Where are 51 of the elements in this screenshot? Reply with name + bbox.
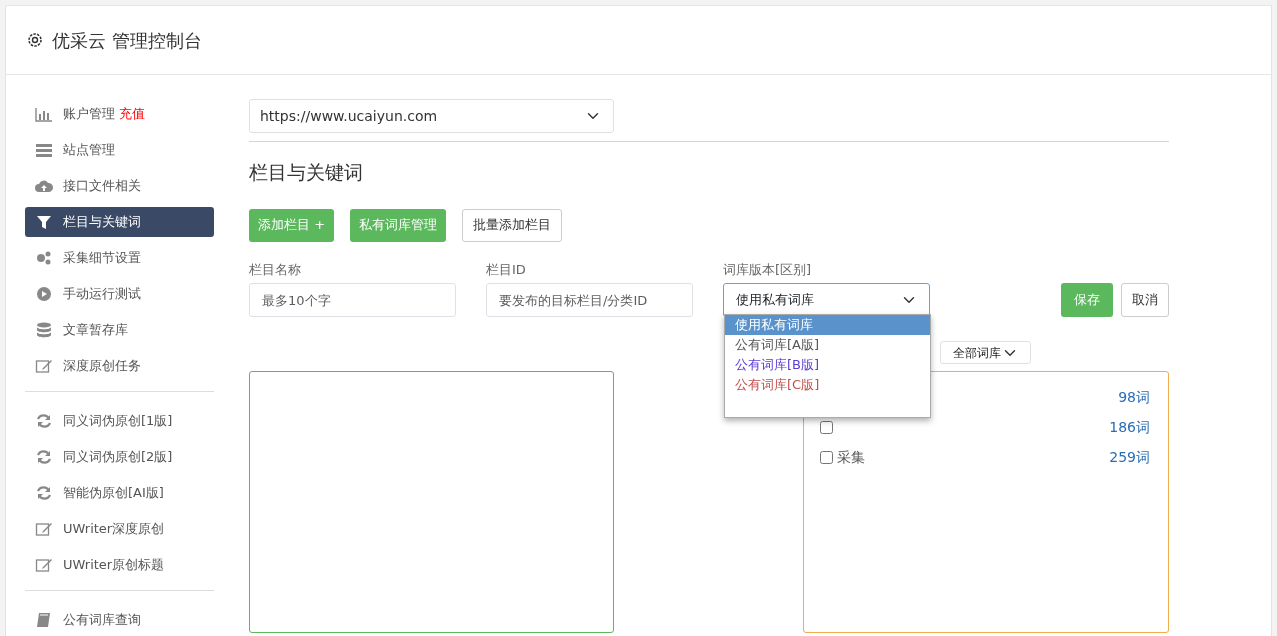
cloud-upload-icon <box>35 178 53 194</box>
sidebar-item[interactable]: UWriter深度原创 <box>25 514 214 544</box>
sidebar-item[interactable]: 栏目与关键词 <box>25 207 214 237</box>
refresh-icon <box>35 449 53 465</box>
field-label: 词库版本[区别] <box>723 260 813 279</box>
sidebar-item[interactable]: 同义词伪原创[1版] <box>25 406 214 436</box>
gears-icon <box>35 250 53 266</box>
sidebar-item[interactable]: 同义词伪原创[2版] <box>25 442 214 472</box>
refresh-icon <box>35 485 53 501</box>
library-filter-select[interactable]: 全部词库 <box>940 341 1031 364</box>
site-select[interactable]: https://www.ucaiyun.com <box>249 99 614 133</box>
edit-icon <box>35 557 53 573</box>
header-title: 优采云 管理控制台 <box>52 28 202 53</box>
play-icon <box>35 286 53 302</box>
filter-icon <box>35 214 53 230</box>
database-icon <box>35 322 53 338</box>
cancel-button[interactable]: 取消 <box>1121 283 1169 317</box>
sidebar-item[interactable]: 手动运行测试 <box>25 279 214 309</box>
sidebar-item[interactable]: 深度原创任务 <box>25 351 214 381</box>
sidebar-item[interactable]: 文章暂存库 <box>25 315 214 345</box>
edit-icon <box>35 521 53 537</box>
sidebar-item[interactable]: UWriter原创标题 <box>25 550 214 580</box>
sidebar-item[interactable]: 采集细节设置 <box>25 243 214 273</box>
server-icon <box>35 142 53 158</box>
word-count: 98词 <box>1118 387 1150 407</box>
dropdown-option[interactable]: 公有词库[C版] <box>725 375 930 395</box>
refresh-icon <box>35 413 53 429</box>
settings-icon <box>26 31 44 49</box>
sidebar-item[interactable]: 账户管理 充值 <box>25 99 214 129</box>
checkbox[interactable] <box>820 420 833 434</box>
recharge-link[interactable]: 充值 <box>119 104 145 124</box>
dropdown-option[interactable]: 公有词库[B版] <box>725 355 930 375</box>
field-label: 栏目ID <box>486 260 527 279</box>
library-name: 采集 <box>837 447 865 467</box>
word-count: 186词 <box>1109 417 1150 437</box>
sidebar-item[interactable]: 站点管理 <box>25 135 214 165</box>
edit-icon <box>35 358 53 374</box>
sidebar-item[interactable]: 公有词库查询 <box>25 605 214 635</box>
input-field[interactable]: 最多10个字 <box>249 283 456 317</box>
bar-chart-icon <box>35 106 53 122</box>
section-title: 栏目与关键词 <box>249 160 364 185</box>
action-button[interactable]: 批量添加栏目 <box>462 208 563 242</box>
select-field[interactable]: 使用私有词库 <box>723 283 930 317</box>
sidebar-item[interactable]: 智能伪原创[AI版] <box>25 478 214 508</box>
dropdown-option[interactable]: 公有词库[A版] <box>725 335 930 355</box>
book-icon <box>35 612 53 628</box>
field-label: 栏目名称 <box>249 260 302 279</box>
input-field[interactable]: 要发布的目标栏目/分类ID <box>486 283 693 317</box>
checkbox[interactable] <box>820 450 833 464</box>
word-count: 259词 <box>1109 447 1150 467</box>
sidebar-item[interactable]: 接口文件相关 <box>25 171 214 201</box>
